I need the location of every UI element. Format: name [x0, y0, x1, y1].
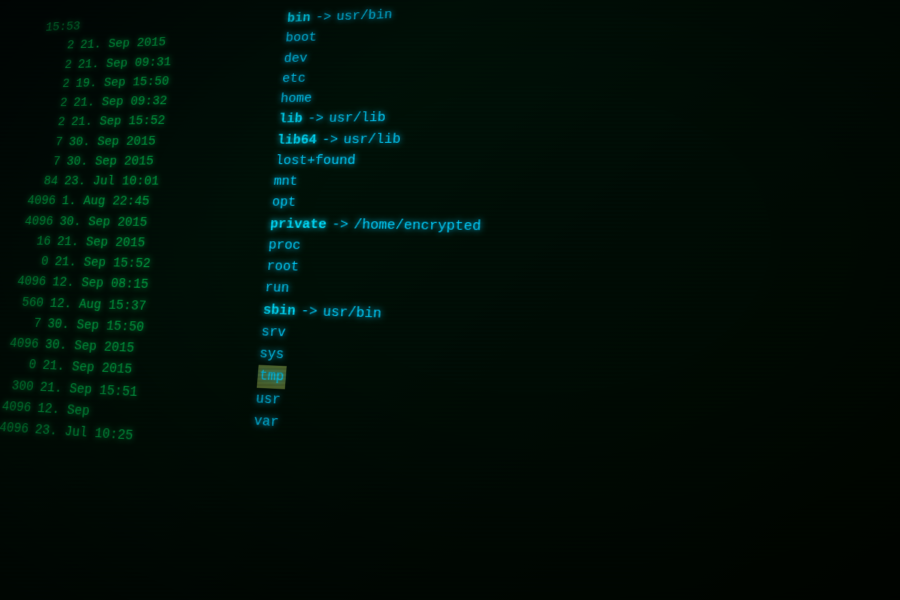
right-column: bin -> usr/bin boot dev etc home lib [225, 0, 900, 600]
line-10: 40961. Aug 22:45 [23, 191, 259, 213]
terminal-content: 15:53 221. Sep 2015 221. Sep 09:31 219. … [0, 0, 900, 600]
file-mnt: mnt [273, 170, 900, 194]
line-7: 730. Sep 2015 [30, 130, 264, 152]
terminal-window: 15:53 221. Sep 2015 221. Sep 09:31 219. … [0, 0, 900, 600]
line-6: 221. Sep 15:52 [33, 110, 266, 133]
line-9: 8423. Jul 10:01 [25, 171, 260, 192]
file-lost-found: lost+found [275, 146, 900, 171]
line-8: 730. Sep 2015 [28, 151, 263, 172]
